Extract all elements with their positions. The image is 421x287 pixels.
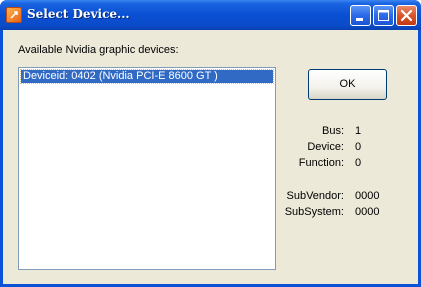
close-button[interactable]	[396, 5, 417, 26]
device-label: Device:	[307, 141, 344, 153]
dialog-window: Select Device... Available Nvidia graphi…	[0, 0, 421, 287]
subsystem-label: SubSystem:	[284, 206, 344, 218]
device-list-item[interactable]: Deviceid: 0402 (Nvidia PCI-E 8600 GT )	[20, 69, 274, 84]
app-icon	[6, 7, 22, 23]
window-title: Select Device...	[27, 7, 130, 21]
close-icon	[400, 9, 413, 22]
bus-value: 1	[355, 125, 362, 137]
subsystem-value: 0000	[355, 206, 380, 218]
subvendor-label: SubVendor:	[286, 190, 345, 202]
bus-label: Bus:	[321, 125, 344, 137]
ok-button[interactable]: OK	[308, 69, 387, 100]
device-listbox[interactable]: Deviceid: 0402 (Nvidia PCI-E 8600 GT )	[18, 67, 276, 270]
minimize-button[interactable]	[350, 5, 371, 26]
title-bar[interactable]: Select Device...	[0, 0, 421, 30]
maximize-button[interactable]	[373, 5, 394, 26]
available-devices-label: Available Nvidia graphic devices:	[18, 44, 179, 56]
maximize-icon	[378, 10, 389, 21]
dialog-body: Available Nvidia graphic devices: Device…	[3, 30, 418, 284]
device-value: 0	[355, 141, 362, 153]
function-value: 0	[355, 157, 362, 169]
subvendor-value: 0000	[355, 190, 380, 202]
function-label: Function:	[298, 157, 344, 169]
minimize-icon	[356, 18, 363, 21]
